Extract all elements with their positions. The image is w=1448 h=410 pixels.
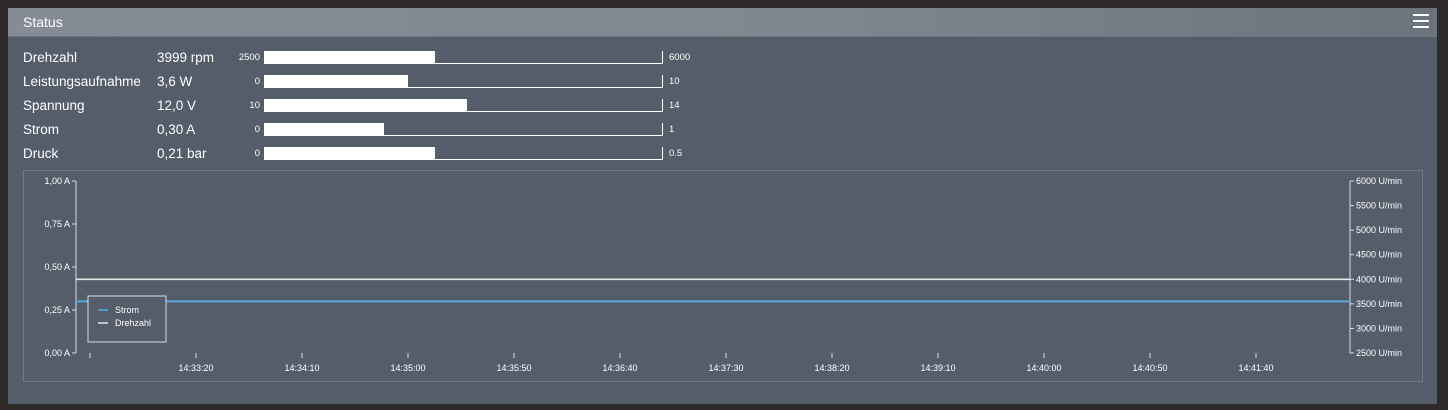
status-value: 3,6 W — [157, 74, 193, 89]
bar-max-label: 6000 — [669, 52, 691, 63]
y-right-tick-label: 4000 U/min — [1356, 274, 1402, 284]
status-label: Strom — [23, 122, 60, 137]
status-row-strom: Strom 0,30 A 0 1 — [23, 122, 723, 142]
level-bar-fill — [265, 51, 435, 63]
level-bar-fill — [265, 147, 435, 159]
y-right-tick-label: 3000 U/min — [1356, 323, 1402, 333]
level-bar — [264, 75, 663, 88]
bar-max-label: 1 — [669, 124, 675, 135]
bar-max-label: 0.5 — [669, 148, 683, 159]
y-left-tick-label: 0,50 A — [44, 262, 70, 272]
level-bar — [264, 123, 663, 136]
status-panel: Status Drehzahl 3999 rpm 2500 6000 Leistungs… — [8, 8, 1437, 404]
status-row-drehzahl: Drehzahl 3999 rpm 2500 6000 — [23, 50, 723, 70]
status-value: 0,30 A — [157, 122, 196, 137]
x-tick-label: 14:35:50 — [496, 363, 531, 373]
status-label: Leistungsaufnahme — [23, 74, 141, 89]
bar-min-label: 0 — [254, 124, 260, 135]
bar-max-label: 14 — [669, 100, 680, 111]
x-tick-label: 14:36:40 — [602, 363, 637, 373]
status-row-leistungsaufnahme: Leistungsaufnahme 3,6 W 0 10 — [23, 74, 723, 94]
legend-label-drehzahl: Drehzahl — [115, 318, 151, 328]
panel-header: Status — [8, 8, 1437, 37]
status-value: 0,21 bar — [157, 146, 207, 161]
y-right-tick-label: 5500 U/min — [1356, 201, 1402, 211]
x-tick-label: 14:33:20 — [178, 363, 213, 373]
legend-label-strom: Strom — [115, 305, 139, 315]
bar-min-label: 10 — [249, 100, 260, 111]
y-left-tick-label: 1,00 A — [44, 176, 70, 186]
y-right-tick-label: 2500 U/min — [1356, 348, 1402, 358]
status-row-spannung: Spannung 12,0 V 10 14 — [23, 98, 723, 118]
hamburger-menu-icon[interactable] — [1413, 14, 1429, 28]
status-label: Druck — [23, 146, 59, 161]
panel-title: Status — [23, 14, 63, 30]
x-tick-label: 14:40:00 — [1026, 363, 1061, 373]
x-tick-label: 14:41:40 — [1238, 363, 1273, 373]
level-bar-fill — [265, 123, 384, 135]
y-right-tick-label: 4500 U/min — [1356, 250, 1402, 260]
level-bar-fill — [265, 99, 467, 111]
history-chart: 0,00 A 0,25 A 0,50 A 0,75 A 1,00 A 2500 U/min… — [23, 170, 1423, 382]
status-row-druck: Druck 0,21 bar 0 0.5 — [23, 146, 723, 166]
y-left-tick-label: 0,75 A — [44, 219, 70, 229]
bar-min-label: 2500 — [238, 52, 260, 63]
status-label: Drehzahl — [23, 50, 78, 65]
bar-max-label: 10 — [669, 76, 680, 87]
level-bar — [264, 147, 663, 160]
y-right-tick-label: 5000 U/min — [1356, 225, 1402, 235]
y-left-tick-label: 0,25 A — [44, 305, 70, 315]
x-tick-label: 14:38:20 — [814, 363, 849, 373]
status-value: 12,0 V — [157, 98, 197, 113]
y-right-tick-label: 3500 U/min — [1356, 299, 1402, 309]
x-tick-label: 14:37:30 — [708, 363, 743, 373]
y-right-tick-label: 6000 U/min — [1356, 176, 1402, 186]
x-tick-label: 14:35:00 — [390, 363, 425, 373]
status-label: Spannung — [23, 98, 85, 113]
level-bar-fill — [265, 75, 408, 87]
x-tick-label: 14:39:10 — [920, 363, 955, 373]
bar-min-label: 0 — [254, 148, 260, 159]
bar-min-label: 0 — [254, 76, 260, 87]
x-tick-label: 14:34:10 — [284, 363, 319, 373]
y-left-tick-label: 0,00 A — [44, 348, 70, 358]
chart-svg: 0,00 A 0,25 A 0,50 A 0,75 A 1,00 A 2500 U/min… — [44, 176, 1402, 373]
status-value: 3999 rpm — [157, 50, 215, 65]
level-bar — [264, 99, 663, 112]
x-tick-label: 14:40:50 — [1132, 363, 1167, 373]
level-bar — [264, 51, 663, 64]
